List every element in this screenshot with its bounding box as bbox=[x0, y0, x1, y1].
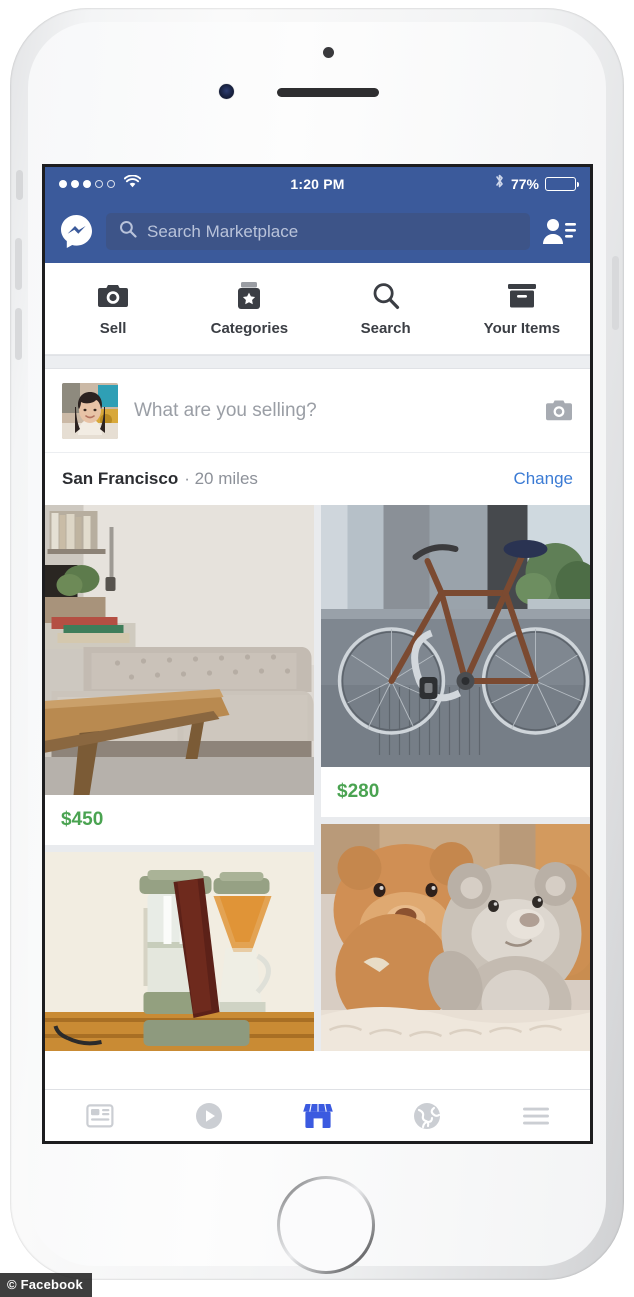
listing-photo-teddy-bears bbox=[321, 824, 590, 1051]
change-location-link[interactable]: Change bbox=[513, 469, 573, 489]
sidebar-item-label: Categories bbox=[210, 319, 289, 337]
listings-grid: $450 $280 bbox=[45, 505, 590, 1051]
friend-requests-icon[interactable] bbox=[541, 216, 577, 248]
play-circle-icon[interactable] bbox=[154, 1102, 263, 1130]
listing-price: $450 bbox=[61, 809, 104, 830]
camera-icon[interactable] bbox=[545, 399, 573, 423]
silent-switch[interactable] bbox=[16, 170, 23, 200]
home-button[interactable] bbox=[277, 1176, 375, 1274]
search-placeholder: Search Marketplace bbox=[147, 221, 299, 241]
proximity-sensor-icon bbox=[323, 47, 334, 58]
volume-up-button[interactable] bbox=[15, 238, 22, 290]
sidebar-item-sell[interactable]: Sell bbox=[45, 281, 181, 337]
location-distance: · 20 miles bbox=[184, 469, 258, 488]
bluetooth-icon bbox=[494, 173, 505, 194]
marketplace-action-tabs: Sell Categories Search Your Items bbox=[45, 263, 590, 355]
newsfeed-icon[interactable] bbox=[45, 1103, 154, 1129]
listing-photo-bicycle bbox=[321, 505, 590, 767]
battery-percent-label: 77% bbox=[510, 175, 539, 192]
volume-down-button[interactable] bbox=[15, 308, 22, 360]
sidebar-item-label: Search bbox=[360, 319, 411, 337]
messenger-icon[interactable] bbox=[58, 213, 95, 250]
listing-card-coffee-maker[interactable] bbox=[45, 852, 314, 1051]
app-header: Search Marketplace bbox=[45, 200, 590, 263]
listings-column-left: $450 bbox=[45, 505, 314, 1051]
listing-card-sofa[interactable]: $450 bbox=[45, 505, 314, 846]
sidebar-item-label: Sell bbox=[99, 319, 127, 337]
battery-icon bbox=[545, 176, 579, 191]
avatar bbox=[62, 382, 118, 439]
globe-icon[interactable] bbox=[372, 1102, 481, 1130]
front-camera-icon bbox=[219, 84, 234, 99]
listings-column-right: $280 bbox=[321, 505, 590, 1051]
sidebar-item-categories[interactable]: Categories bbox=[181, 281, 317, 337]
watermark: © Facebook bbox=[0, 1273, 92, 1297]
listing-card-bicycle[interactable]: $280 bbox=[321, 505, 590, 818]
location-city: San Francisco bbox=[62, 469, 179, 488]
listing-card-teddy-bears[interactable] bbox=[321, 824, 590, 1051]
bottom-navigation-bar bbox=[45, 1089, 590, 1141]
section-divider bbox=[45, 355, 590, 369]
power-button[interactable] bbox=[612, 256, 619, 330]
earpiece-speaker bbox=[277, 88, 379, 97]
status-bar: 1:20 PM 77% bbox=[45, 167, 590, 200]
search-marketplace-field[interactable]: Search Marketplace bbox=[106, 213, 530, 250]
phone-screen: 1:20 PM 77% Search Marketplace Sell Cate… bbox=[42, 164, 593, 1144]
storefront-icon[interactable] bbox=[263, 1102, 372, 1130]
sidebar-item-search[interactable]: Search bbox=[318, 281, 454, 337]
listing-price: $280 bbox=[337, 781, 380, 802]
listing-photo-coffee-maker bbox=[45, 852, 314, 1051]
sidebar-item-your-items[interactable]: Your Items bbox=[454, 281, 590, 337]
camera-icon bbox=[97, 281, 129, 311]
status-bar-right: 77% bbox=[494, 173, 579, 194]
box-icon bbox=[507, 281, 537, 311]
sidebar-item-label: Your Items bbox=[483, 319, 561, 337]
sell-composer[interactable]: What are you selling? bbox=[45, 369, 590, 452]
composer-placeholder[interactable]: What are you selling? bbox=[134, 400, 529, 422]
categories-jar-star-icon bbox=[236, 281, 262, 311]
search-icon bbox=[119, 220, 137, 243]
hamburger-menu-icon[interactable] bbox=[481, 1106, 590, 1126]
screenshot-root: 1:20 PM 77% Search Marketplace Sell Cate… bbox=[0, 0, 634, 1297]
location-filter-row: San Francisco · 20 miles Change bbox=[45, 452, 590, 505]
listing-photo-sofa bbox=[45, 505, 314, 795]
magnifier-icon bbox=[371, 281, 401, 311]
